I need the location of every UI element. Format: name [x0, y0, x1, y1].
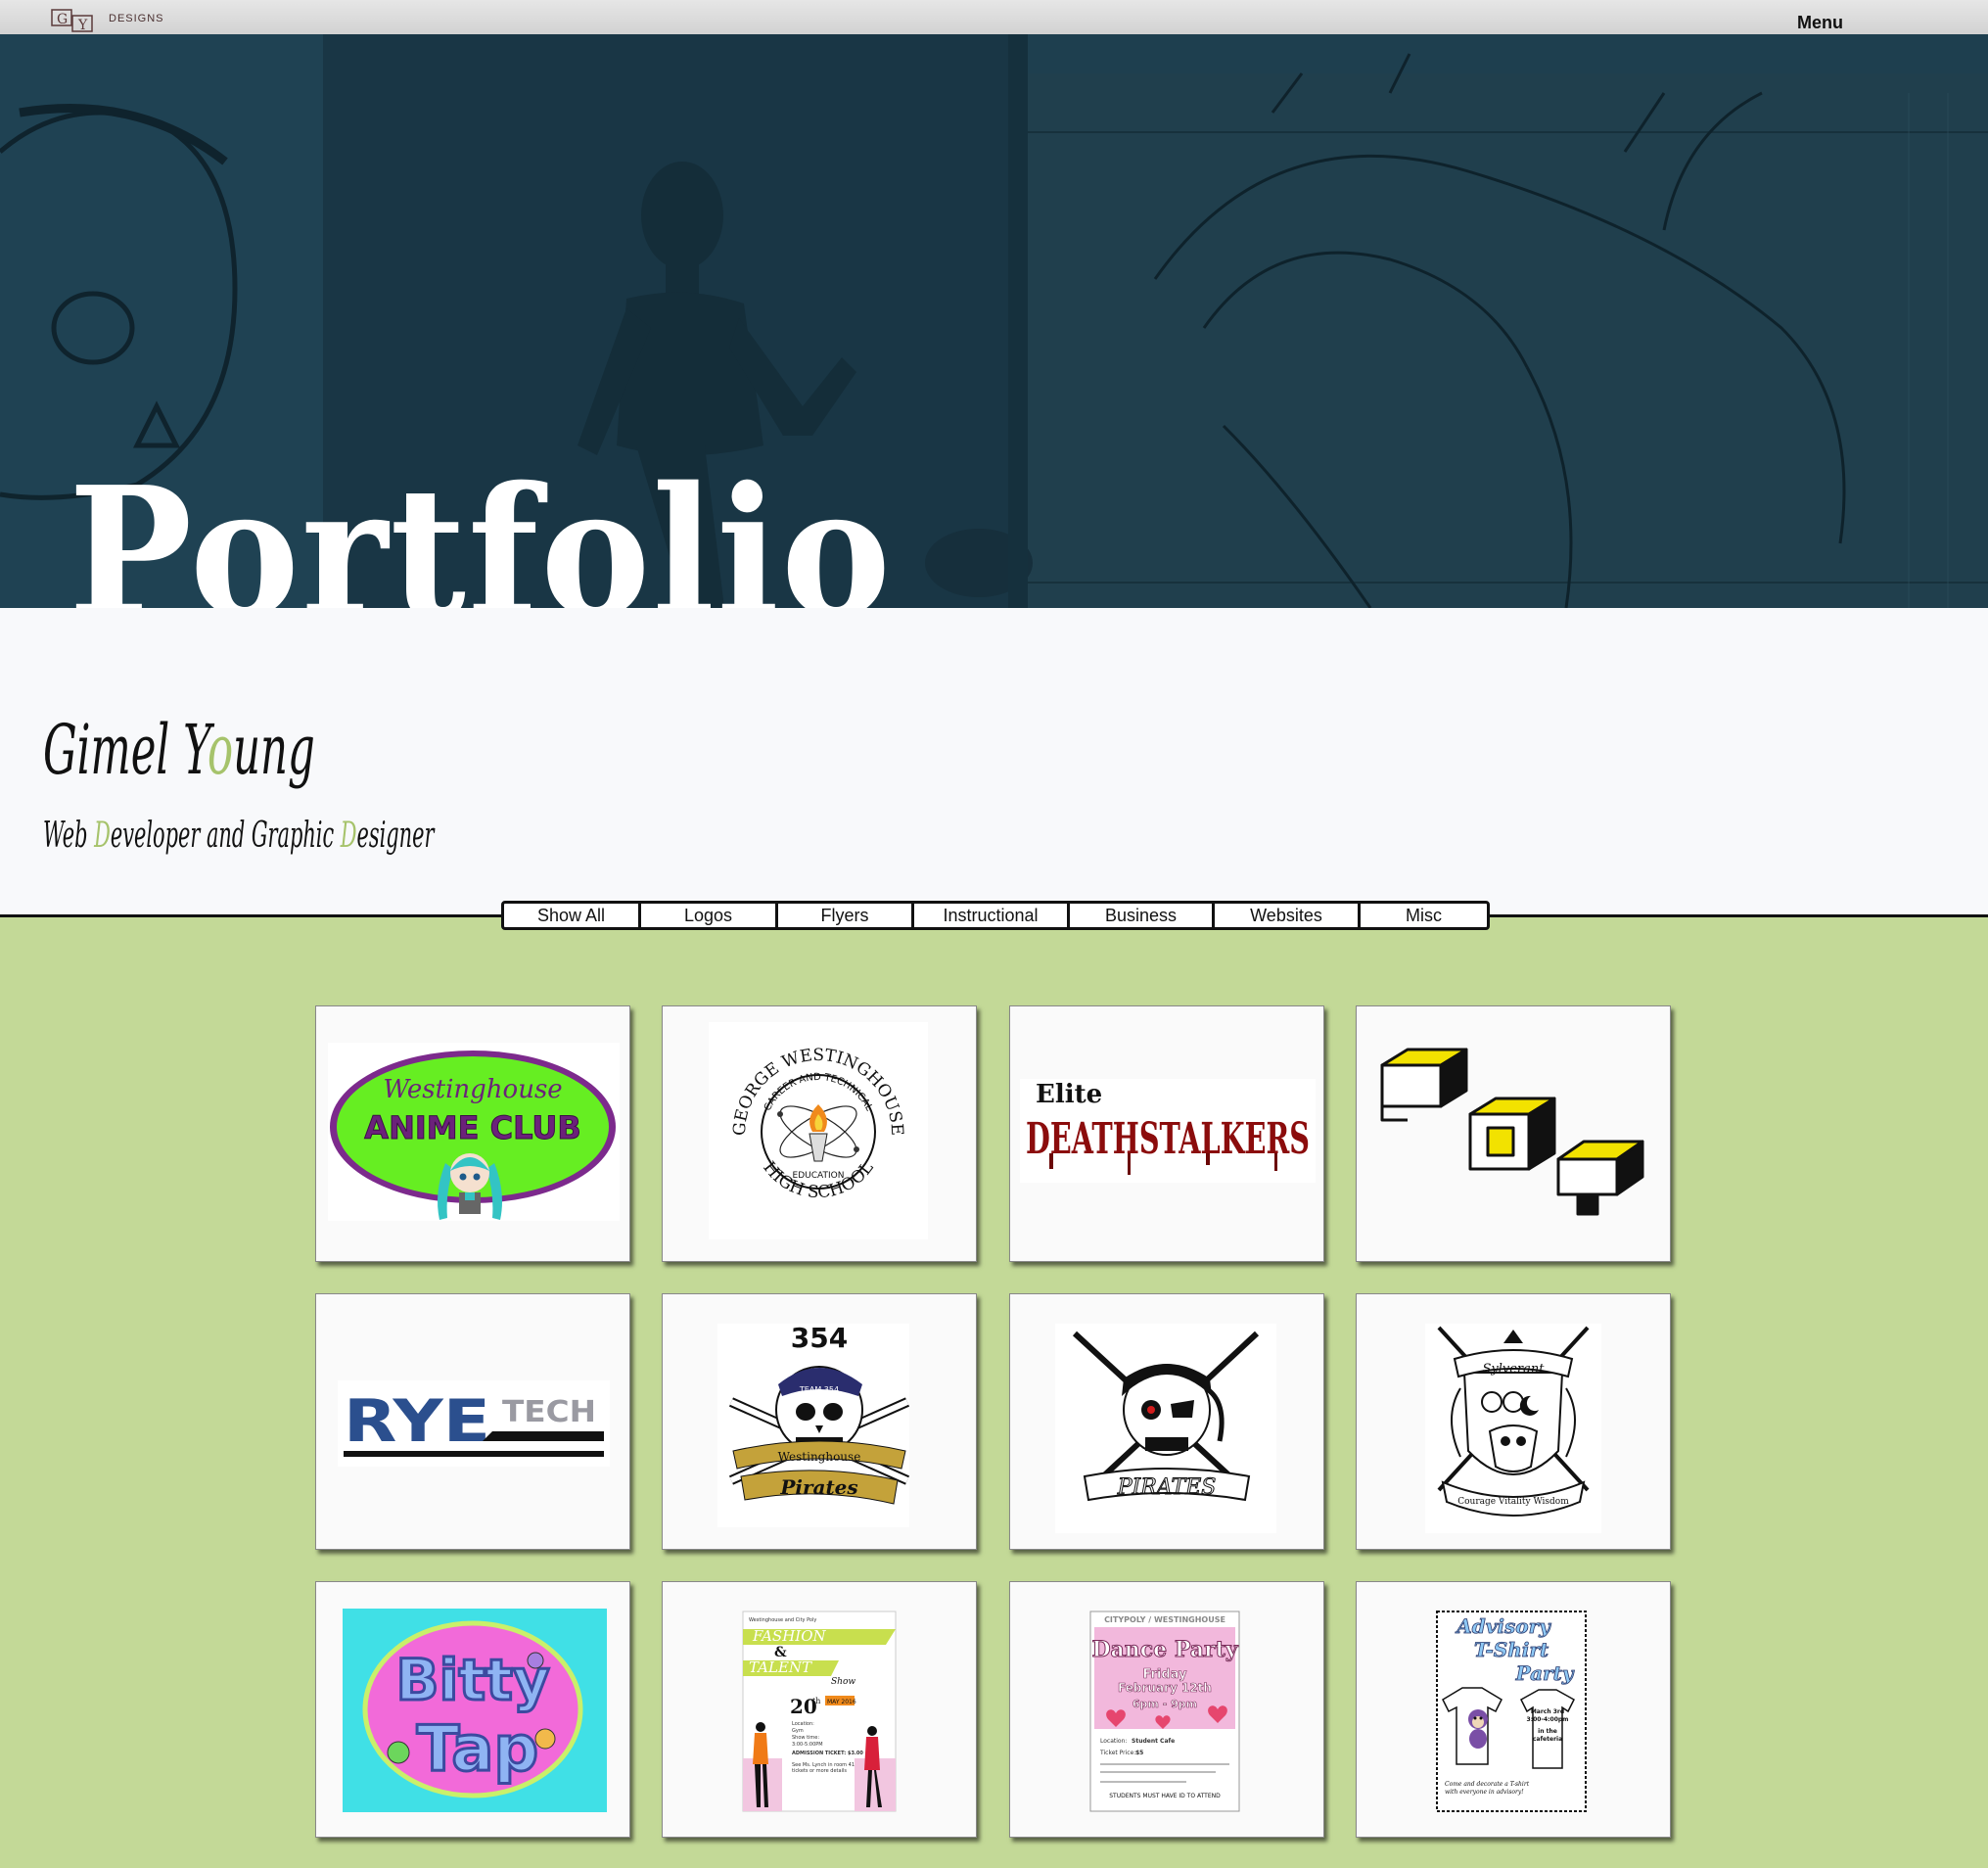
fashion-show-word: Show	[831, 1677, 855, 1687]
fashion-detail: Gym	[792, 1728, 804, 1734]
dance-title: Dance Party	[1091, 1637, 1238, 1662]
school-ring-education: EDUCATION	[793, 1171, 845, 1181]
intro-section: Gimel Young Web Developer and Graphic De…	[0, 608, 1988, 916]
pdt-logo-image	[1380, 1048, 1644, 1216]
team354-bandana-text: TEAM 354	[799, 1385, 839, 1394]
westinghouse-hs-logo-image: GEORGE WESTINGHOUSE CAREER AND TECHNICAL…	[709, 1022, 928, 1239]
logo-wordmark[interactable]: DESIGNS	[109, 13, 164, 24]
dance-time: 6pm - 9pm	[1133, 1698, 1197, 1710]
portfolio-item-team354[interactable]: 354 TEAM 354 Westinghouse Pirates	[662, 1293, 977, 1550]
role-accent: D	[340, 816, 357, 856]
dance-location: Student Cafe	[1132, 1738, 1175, 1745]
filter-misc[interactable]: Misc	[1358, 904, 1487, 927]
portfolio-item-westinghouse-hs[interactable]: GEORGE WESTINGHOUSE CAREER AND TECHNICAL…	[662, 1005, 977, 1262]
portfolio-item-sylverant[interactable]: Sylverant Courage Vitality Wisdom	[1356, 1293, 1671, 1550]
dance-day: Friday	[1142, 1667, 1187, 1682]
designer-name-part: ung	[233, 710, 315, 790]
gy-designs-logo-icon[interactable]: G Y	[51, 9, 94, 32]
fashion-month: MAY 2016	[827, 1699, 856, 1705]
tshirt-place2: cafeteria	[1533, 1736, 1562, 1743]
owl-icon	[1488, 1424, 1539, 1472]
fashion-note: tickets or more details	[792, 1768, 847, 1774]
hero-banner: Portfolio	[0, 34, 1988, 608]
fashion-show-flyer-image: Westinghouse and City Poly FASHION & TAL…	[742, 1611, 897, 1812]
deathstalkers-elite-text: Elite	[1036, 1080, 1102, 1109]
team354-ribbon-bottom: Pirates	[779, 1475, 857, 1499]
bitty-tap-line1: Bitty	[395, 1647, 549, 1713]
deathstalkers-logo-image: Elite DEATHSTALKERS	[1020, 1079, 1316, 1183]
role-text: eveloper and Graphic	[110, 816, 341, 856]
dance-price: $5	[1135, 1750, 1143, 1756]
filter-business[interactable]: Business	[1067, 904, 1212, 927]
tshirt-footer1: Come and decorate a T-shirt	[1445, 1781, 1530, 1788]
menu-button[interactable]: Menu	[1797, 13, 1843, 33]
portfolio-item-deathstalkers[interactable]: Elite DEATHSTALKERS	[1009, 1005, 1324, 1262]
tshirt-place1: in the	[1538, 1728, 1557, 1735]
fashion-line2: TALENT	[749, 1658, 812, 1676]
fashion-line1: FASHION	[752, 1627, 827, 1645]
tshirt-line1: Advisory	[1455, 1614, 1551, 1638]
dance-location-label: Location:	[1100, 1738, 1127, 1745]
page-title: Portfolio	[69, 446, 894, 608]
bitty-tap-logo-image: Bitty Tap	[343, 1609, 607, 1812]
ryetech-logo-image: RYE TECH	[338, 1380, 610, 1467]
portfolio-filter-bar: Show All Logos Flyers Instructional Busi…	[501, 901, 1490, 930]
designer-name: Gimel Young	[43, 710, 315, 790]
ryetech-rye-text: RYE	[344, 1387, 490, 1456]
designer-role: Web Developer and Graphic Designer	[43, 816, 434, 856]
team354-ribbon-top: Westinghouse	[778, 1450, 861, 1464]
team354-logo-image: 354 TEAM 354 Westinghouse Pirates	[717, 1322, 910, 1527]
portfolio-item-pirates-tools[interactable]: PIRATES	[1009, 1293, 1324, 1550]
tshirt-line3: Party	[1515, 1661, 1575, 1685]
portfolio-item-tshirt-party[interactable]: Advisory T-Shirt Party March 3rd 3:00-4:…	[1356, 1581, 1671, 1838]
filter-websites[interactable]: Websites	[1212, 904, 1358, 927]
dance-footer: STUDENTS MUST HAVE ID TO ATTEND	[1109, 1793, 1221, 1799]
svg-text:G: G	[57, 12, 68, 27]
ryetech-tech-text: TECH	[502, 1395, 596, 1429]
fashion-detail: ADMISSION TICKET: $3.00	[792, 1751, 863, 1756]
filter-instructional[interactable]: Instructional	[911, 904, 1067, 927]
tshirt-party-flyer-image: Advisory T-Shirt Party March 3rd 3:00-4:…	[1436, 1611, 1587, 1812]
portfolio-item-ryetech[interactable]: RYE TECH	[315, 1293, 630, 1550]
filter-show-all[interactable]: Show All	[504, 904, 638, 927]
sylverant-crest-image: Sylverant Courage Vitality Wisdom	[1425, 1324, 1601, 1533]
portfolio-item-anime-club[interactable]: Westinghouse ANIME CLUB	[315, 1005, 630, 1262]
role-accent: D	[94, 816, 111, 856]
anime-club-small-title: Westinghouse	[383, 1075, 562, 1104]
portfolio-item-fashion-show[interactable]: Westinghouse and City Poly FASHION & TAL…	[662, 1581, 977, 1838]
pirates-ribbon-text: PIRATES	[1117, 1475, 1217, 1500]
fashion-detail: Show time:	[792, 1735, 819, 1741]
filter-flyers[interactable]: Flyers	[775, 904, 911, 927]
bitty-tap-line2: Tap	[417, 1713, 538, 1786]
deathstalkers-main-text: DEATHSTALKERS	[1026, 1114, 1310, 1164]
fashion-header: Westinghouse and City Poly	[749, 1617, 816, 1623]
top-nav-bar: G Y DESIGNS Menu	[0, 0, 1988, 34]
designer-name-part: Gimel Y	[43, 710, 208, 790]
filter-logos[interactable]: Logos	[638, 904, 775, 927]
dance-date: February 12th	[1118, 1681, 1212, 1695]
fashion-detail: 3:00-5:00PM	[792, 1742, 823, 1748]
anime-club-big-title: ANIME CLUB	[364, 1109, 580, 1146]
fashion-date-suffix: th	[812, 1697, 820, 1705]
fashion-detail: Location:	[792, 1721, 814, 1727]
svg-text:Y: Y	[77, 18, 88, 32]
tshirt-time: 3:00-4:00pm	[1527, 1716, 1569, 1723]
role-text: esigner	[356, 816, 435, 856]
designer-name-accent: o	[207, 710, 234, 790]
tshirt-line2: T-Shirt	[1474, 1638, 1549, 1661]
tshirt-footer2: with everyone in advisory!	[1445, 1789, 1524, 1796]
portfolio-item-bitty-tap[interactable]: Bitty Tap	[315, 1581, 630, 1838]
dance-party-flyer-image: CITYPOLY / WESTINGHOUSE Dance Party Frid…	[1089, 1611, 1240, 1812]
sylverant-motto: Courage Vitality Wisdom	[1457, 1497, 1569, 1507]
dance-price-label: Ticket Price:	[1099, 1750, 1135, 1756]
portfolio-item-pdt[interactable]	[1356, 1005, 1671, 1262]
dance-header: CITYPOLY / WESTINGHOUSE	[1104, 1615, 1225, 1624]
sylverant-banner-text: Sylverant	[1482, 1362, 1545, 1377]
portfolio-item-dance-party[interactable]: CITYPOLY / WESTINGHOUSE Dance Party Frid…	[1009, 1581, 1324, 1838]
role-text: Web	[43, 816, 95, 856]
tshirt-date: March 3rd	[1531, 1708, 1564, 1715]
team354-number: 354	[791, 1322, 848, 1354]
anime-club-logo-image: Westinghouse ANIME CLUB	[328, 1043, 620, 1221]
pirates-tools-logo-image: PIRATES	[1055, 1324, 1276, 1533]
